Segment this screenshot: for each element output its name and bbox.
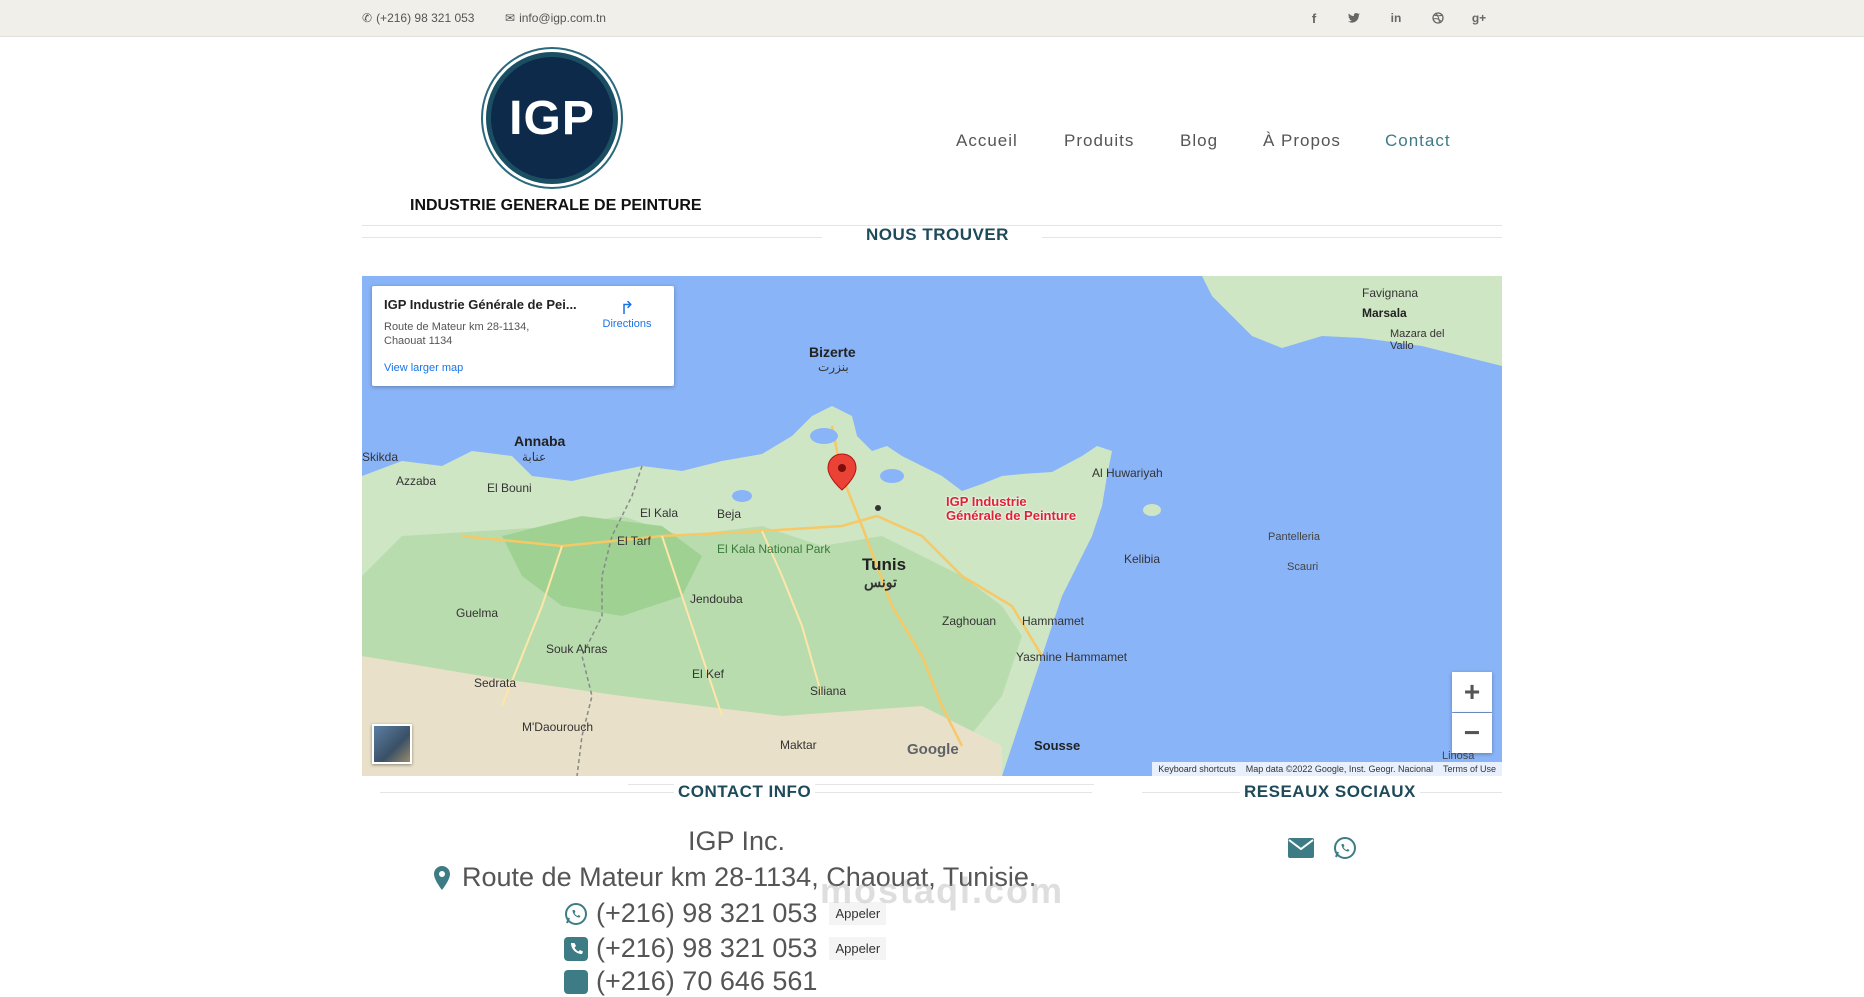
- map-pin-label[interactable]: IGP Industrie Générale de Peinture: [946, 495, 1076, 523]
- watermark: mostaql.com: [820, 870, 1065, 911]
- divider: [1042, 237, 1502, 238]
- whatsapp-number[interactable]: (+216) 98 321 053: [596, 898, 817, 929]
- map-label-azzaba: Azzaba: [396, 474, 437, 488]
- top-phone[interactable]: ✆ (+216) 98 321 053: [362, 11, 474, 25]
- google-map[interactable]: Bizerte بنزرت Annaba عنابة Skikda Azzaba…: [362, 276, 1502, 776]
- map-label-skikda: Skikda: [362, 450, 399, 464]
- phone-square-icon: [564, 969, 588, 994]
- find-us-title: NOUS TROUVER: [866, 225, 1009, 244]
- map-label-tunis-ar: تونس: [864, 574, 897, 590]
- map-label-favignana: Favignana: [1362, 286, 1419, 300]
- whatsapp-icon[interactable]: [1333, 836, 1357, 865]
- map-attribution: Keyboard shortcuts Map data ©2022 Google…: [1152, 762, 1502, 776]
- nav-a-propos[interactable]: À Propos: [1263, 131, 1341, 151]
- map-label-scauri: Scauri: [1287, 561, 1319, 573]
- phone-number[interactable]: (+216) 98 321 053: [596, 933, 817, 964]
- pin-label-line-2: Générale de Peinture: [946, 508, 1077, 523]
- phone-number-2[interactable]: (+216) 70 646 561: [596, 966, 817, 997]
- map-label-bizerte-ar: بنزرت: [818, 360, 849, 374]
- map-card-address-line-1: Route de Mateur km 28-1134,: [384, 321, 530, 333]
- logo-company-name: INDUSTRIE GENERALE DE PEINTURE: [410, 197, 702, 214]
- directions-button[interactable]: ↱ Directions: [592, 298, 662, 330]
- whatsapp-icon: [564, 902, 588, 926]
- map-label-jendouba: Jendouba: [690, 592, 743, 606]
- top-email[interactable]: ✉ info@igp.com.tn: [505, 11, 606, 25]
- facebook-icon[interactable]: f: [1304, 9, 1324, 27]
- phone-icon: ✆: [362, 11, 373, 25]
- keyboard-shortcuts-link[interactable]: Keyboard shortcuts: [1158, 764, 1236, 774]
- logo-emblem: IGP: [486, 52, 618, 184]
- map-label-sousse: Sousse: [1034, 738, 1081, 753]
- map-card-address: Route de Mateur km 28-1134, Chaouat 1134: [384, 320, 554, 348]
- map-label-guelma: Guelma: [456, 606, 499, 620]
- zoom-out-button[interactable]: −: [1452, 713, 1492, 753]
- map-info-card: IGP Industrie Générale de Pei... Route d…: [372, 286, 674, 386]
- map-label-elkala-np: El Kala National Park: [717, 542, 831, 556]
- map-label-annaba-ar: عنابة: [522, 450, 547, 464]
- zoom-in-button[interactable]: +: [1452, 672, 1492, 712]
- phone-square-icon: [564, 936, 588, 961]
- map-label-alhuwariyah: Al Huwariyah: [1092, 466, 1163, 480]
- map-card-address-line-2: Chaouat 1134: [384, 335, 453, 347]
- top-email-text: info@igp.com.tn: [519, 11, 606, 25]
- google-plus-icon[interactable]: g+: [1469, 9, 1489, 27]
- map-data-text: Map data ©2022 Google, Inst. Geogr. Naci…: [1245, 764, 1433, 774]
- nav-blog[interactable]: Blog: [1180, 131, 1218, 151]
- map-label-elkef: El Kef: [692, 667, 725, 681]
- map-marker-icon: [430, 865, 454, 890]
- view-larger-map-link[interactable]: View larger map: [384, 362, 463, 374]
- map-label-maktar: Maktar: [780, 738, 817, 752]
- map-label-eltarf: El Tarf: [617, 534, 651, 548]
- nav-produits[interactable]: Produits: [1064, 131, 1134, 151]
- map-card-title: IGP Industrie Générale de Pei...: [384, 297, 577, 312]
- site-logo[interactable]: IGP INDUSTRIE GENERALE DE PEINTURE: [410, 52, 702, 215]
- map-label-yasmine: Yasmine Hammamet: [1016, 650, 1128, 664]
- company-name: IGP Inc.: [688, 826, 786, 856]
- map-label-hammamet: Hammamet: [1022, 614, 1085, 628]
- map-label-pantelleria: Pantelleria: [1268, 531, 1320, 543]
- dribbble-icon[interactable]: [1428, 9, 1448, 27]
- map-label-annaba: Annaba: [514, 433, 566, 449]
- social-title: RESEAUX SOCIAUX: [1240, 782, 1420, 802]
- envelope-icon[interactable]: [1288, 838, 1314, 863]
- top-bar: ✆ (+216) 98 321 053 ✉ info@igp.com.tn f …: [0, 0, 1864, 37]
- map-label-bizerte: Bizerte: [809, 344, 856, 360]
- pin-label-line-1: IGP Industrie: [946, 494, 1027, 509]
- map-label-beja: Beja: [717, 507, 742, 521]
- phone-line: (+216) 70 646 561: [564, 966, 817, 997]
- map-label-sedrata: Sedrata: [474, 676, 517, 690]
- map-label-souk-ahras: Souk Ahras: [546, 642, 608, 656]
- map-label-elkala: El Kala: [640, 506, 679, 520]
- google-logo: Google: [907, 741, 959, 758]
- linkedin-icon[interactable]: in: [1386, 9, 1406, 27]
- directions-label: Directions: [602, 318, 652, 330]
- map-label-siliana: Siliana: [810, 684, 847, 698]
- terms-of-use-link[interactable]: Terms of Use: [1443, 764, 1496, 774]
- contact-info-title: CONTACT INFO: [674, 782, 816, 802]
- map-label-zaghouan: Zaghouan: [942, 614, 997, 628]
- top-phone-text: (+216) 98 321 053: [376, 11, 475, 25]
- satellite-toggle[interactable]: [372, 724, 412, 764]
- envelope-icon: ✉: [505, 11, 516, 25]
- map-label-tunis: Tunis: [862, 555, 907, 574]
- map-label-elbouni: El Bouni: [487, 481, 532, 495]
- map-label-marsala: Marsala: [1362, 306, 1407, 320]
- nav-contact[interactable]: Contact: [1385, 131, 1451, 151]
- map-label-mazara: Mazara del Vallo: [1390, 328, 1445, 352]
- phone-line: (+216) 98 321 053 Appeler: [564, 933, 887, 964]
- directions-icon: ↱: [619, 298, 635, 318]
- map-label-mdaourouch: M'Daourouch: [522, 720, 593, 734]
- divider: [362, 237, 822, 238]
- nav-accueil[interactable]: Accueil: [956, 131, 1018, 151]
- call-button[interactable]: Appeler: [829, 937, 887, 960]
- twitter-icon[interactable]: [1344, 9, 1364, 27]
- map-label-kelibia: Kelibia: [1124, 552, 1161, 566]
